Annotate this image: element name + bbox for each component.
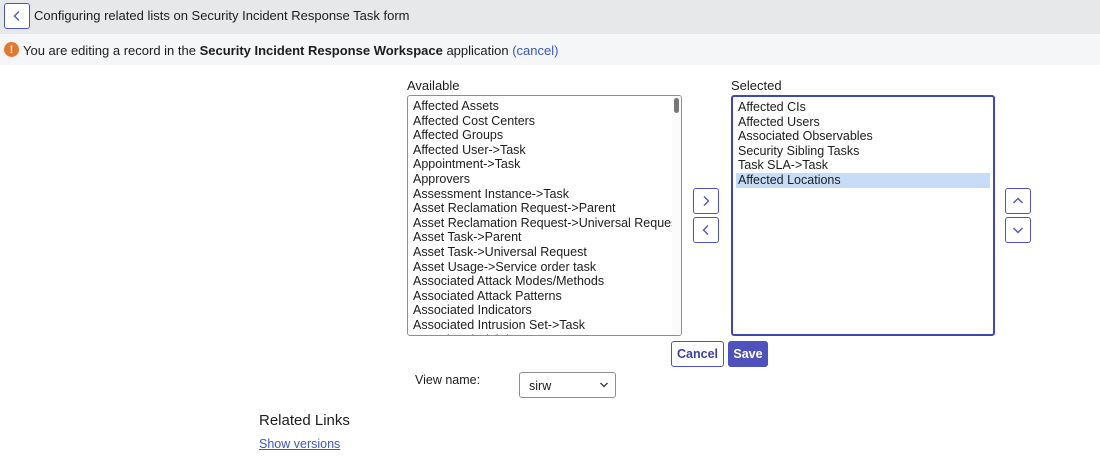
available-label: Available — [407, 78, 460, 93]
available-option[interactable]: Approvers — [411, 172, 678, 187]
move-down-button[interactable] — [1005, 217, 1031, 243]
chevron-down-icon — [1013, 227, 1023, 234]
notice-text-prefix: You are editing a record in the — [23, 43, 200, 58]
available-option[interactable]: Affected User->Task — [411, 143, 678, 158]
move-up-button[interactable] — [1005, 188, 1031, 214]
selected-option[interactable]: Associated Observables — [736, 129, 990, 144]
save-button[interactable]: Save — [728, 341, 768, 367]
available-option[interactable]: Affected Assets — [411, 99, 678, 114]
selected-listbox[interactable]: Affected CIs Affected Users Associated Obs… — [731, 95, 995, 336]
available-list: Affected Assets Affected Cost Centers Affe… — [408, 96, 681, 336]
chevron-up-icon — [1013, 197, 1023, 204]
chevron-down-icon — [600, 382, 608, 388]
warning-icon: ! — [4, 42, 19, 57]
available-option[interactable]: Asset Usage->Service order task — [411, 260, 678, 275]
chevron-left-icon — [702, 225, 709, 235]
view-name-value: sirw — [529, 379, 552, 393]
chevron-left-icon — [13, 11, 20, 21]
add-to-selected-button[interactable] — [693, 188, 719, 214]
available-option[interactable]: Associated Indicators — [411, 303, 678, 318]
available-option[interactable]: Asset Task->Parent — [411, 230, 678, 245]
selected-option[interactable]: Security Sibling Tasks — [736, 144, 990, 159]
available-option[interactable]: Associated Attack Patterns — [411, 289, 678, 304]
page-header: Configuring related lists on Security In… — [0, 0, 1100, 34]
available-option[interactable]: Associated Sightings — [411, 333, 678, 336]
remove-from-selected-button[interactable] — [693, 217, 719, 243]
cancel-button[interactable]: Cancel — [671, 341, 724, 367]
available-scroll-thumb[interactable] — [674, 98, 679, 113]
selected-option[interactable]: Task SLA->Task — [736, 158, 990, 173]
available-listbox[interactable]: Affected Assets Affected Cost Centers Affe… — [407, 95, 682, 336]
available-option[interactable]: Asset Reclamation Request->Parent — [411, 201, 678, 216]
selected-option[interactable]: Affected CIs — [736, 100, 990, 115]
related-links-title: Related Links — [259, 412, 350, 429]
selected-option[interactable]: Affected Users — [736, 115, 990, 130]
selected-list: Affected CIs Affected Users Associated Obs… — [733, 97, 993, 191]
available-option[interactable]: Associated Intrusion Set->Task — [411, 318, 678, 333]
available-scrollbar[interactable] — [672, 96, 681, 335]
available-option[interactable]: Appointment->Task — [411, 157, 678, 172]
scope-notice: ! You are editing a record in the Securi… — [0, 34, 1100, 65]
selected-option[interactable]: Affected Locations — [736, 172, 990, 188]
available-option[interactable]: Associated Attack Modes/Methods — [411, 274, 678, 289]
notice-text-suffix: application — [442, 43, 513, 58]
view-name-label: View name: — [415, 373, 481, 387]
notice-cancel-link[interactable]: (cancel) — [512, 43, 558, 58]
available-option[interactable]: Asset Reclamation Request->Universal Req… — [411, 216, 681, 231]
view-name-select[interactable]: sirw — [519, 372, 616, 398]
available-option[interactable]: Assessment Instance->Task — [411, 187, 678, 202]
page-title: Configuring related lists on Security In… — [34, 8, 410, 23]
show-versions-link[interactable]: Show versions — [259, 437, 340, 451]
notice-message: You are editing a record in the Security… — [23, 43, 558, 58]
notice-app-name: Security Incident Response Workspace — [199, 43, 443, 58]
available-option[interactable]: Affected Groups — [411, 128, 678, 143]
available-option[interactable]: Asset Task->Universal Request — [411, 245, 678, 260]
selected-label: Selected — [731, 78, 782, 93]
back-button[interactable] — [4, 3, 30, 29]
chevron-right-icon — [703, 196, 710, 206]
available-option[interactable]: Affected Cost Centers — [411, 114, 678, 129]
